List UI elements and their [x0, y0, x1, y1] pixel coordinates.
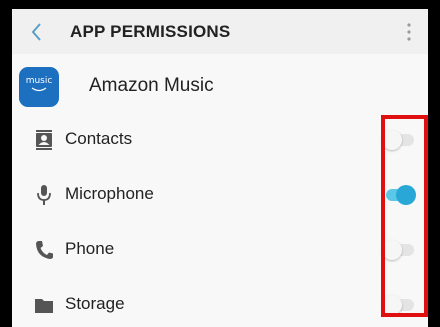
permission-label: Phone: [65, 239, 115, 258]
microphone-icon: [37, 185, 51, 205]
permission-row-storage[interactable]: Storage: [12, 281, 428, 327]
chevron-left-icon[interactable]: [28, 21, 46, 43]
app-logo-text: music: [25, 76, 53, 86]
smile-arrow-icon: [31, 87, 47, 92]
page-title: APP PERMISSIONS: [70, 22, 231, 41]
amazon-music-logo: music: [19, 67, 59, 107]
app-name: Amazon Music: [89, 75, 214, 96]
permission-label: Microphone: [65, 184, 154, 203]
permission-label: Storage: [65, 294, 125, 313]
toggle-highlight-box: [381, 115, 428, 317]
contacts-icon: [36, 130, 52, 150]
permission-row-phone[interactable]: Phone: [12, 226, 428, 276]
header-bar: APP PERMISSIONS: [12, 9, 428, 54]
permission-label: Contacts: [65, 129, 133, 148]
folder-icon: [35, 299, 53, 313]
phone-icon: [36, 241, 53, 259]
permission-row-microphone[interactable]: Microphone: [12, 171, 428, 221]
app-permissions-screen: APP PERMISSIONS music Amazon Music Conta…: [12, 9, 428, 327]
more-vertical-icon[interactable]: [406, 22, 412, 42]
permission-row-contacts[interactable]: Contacts: [12, 116, 428, 166]
app-info-row: music Amazon Music: [12, 64, 428, 112]
